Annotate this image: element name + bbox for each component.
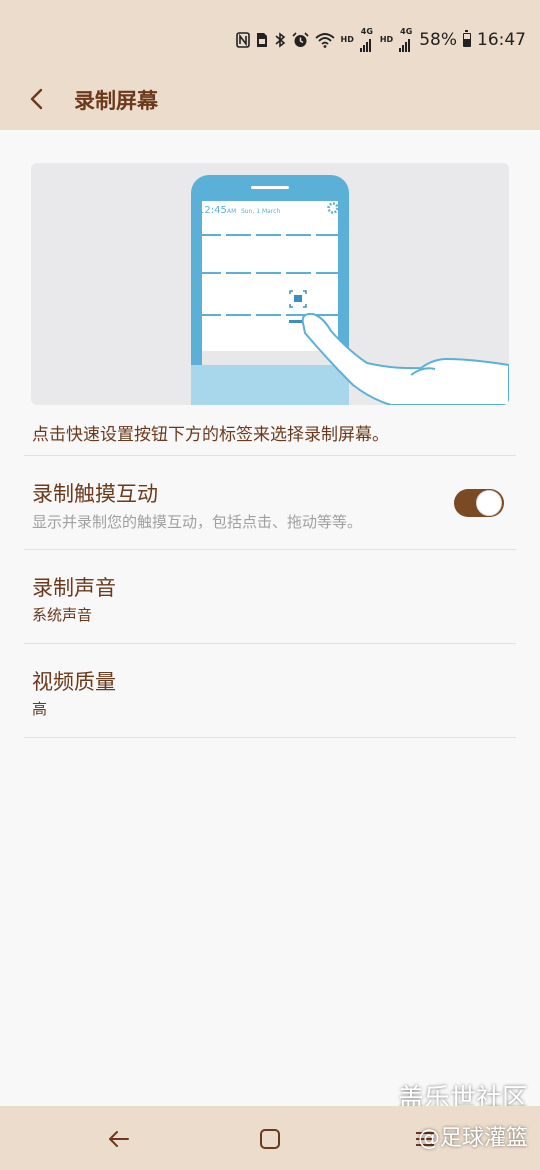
chevron-left-icon — [30, 88, 43, 110]
watermark-line2: @足球灌篮 — [417, 1126, 528, 1151]
setting-record-sound[interactable]: 录制声音 系统声音 — [24, 550, 516, 642]
hint-text: 点击快速设置按钮下方的标签来选择录制屏幕。 — [32, 425, 389, 445]
signal-icon — [359, 36, 374, 52]
record-touch-toggle[interactable] — [454, 489, 504, 517]
setting-record-touch[interactable]: 录制触摸互动 显示并录制您的触摸互动，包括点击、拖动等等。 — [24, 456, 516, 548]
phone-date: Sun, 1 March — [241, 208, 280, 215]
divider — [24, 737, 516, 738]
setting-video-quality[interactable]: 视频质量 高 — [24, 644, 516, 736]
setting-title: 视频质量 — [32, 670, 116, 694]
toggle-knob — [476, 490, 502, 516]
status-bar: HD 4G HD 4G 58% 16:47 — [0, 0, 540, 68]
content: 12:45 AM Sun, 1 March 点击快速设置按钮下方的标签来选择录制… — [0, 130, 540, 1114]
setting-title: 录制声音 — [32, 576, 116, 600]
nav-bar: @足球灌篮 — [0, 1106, 540, 1170]
illustration: 12:45 AM Sun, 1 March — [31, 163, 509, 405]
signal-icon — [399, 36, 413, 52]
network-label-2: HD — [379, 35, 394, 44]
setting-value: 系统声音 — [32, 606, 93, 624]
battery-percent: 58% — [419, 30, 457, 50]
app-bar: 录制屏幕 — [0, 68, 540, 130]
status-icons: HD 4G HD 4G 58% 16:47 — [235, 27, 526, 52]
battery-icon — [463, 30, 471, 47]
nav-home-button[interactable] — [255, 1124, 285, 1154]
setting-value: 高 — [32, 700, 48, 718]
bluetooth-icon — [274, 32, 285, 48]
phone-illustration: 12:45 AM Sun, 1 March — [191, 175, 509, 405]
nfc-icon — [235, 32, 250, 48]
back-button[interactable] — [22, 84, 52, 114]
phone-ampm: AM — [227, 208, 236, 215]
phone-time: 12:45 — [198, 205, 227, 216]
setting-title: 录制触摸互动 — [32, 482, 158, 506]
wifi-icon — [314, 33, 335, 48]
back-icon — [109, 1131, 129, 1147]
signal-group-1: 4G — [359, 27, 374, 52]
alarm-icon — [291, 32, 309, 47]
setting-subtitle: 显示并录制您的触摸互动，包括点击、拖动等等。 — [32, 513, 363, 531]
clock: 16:47 — [477, 30, 526, 50]
page-title: 录制屏幕 — [74, 89, 158, 113]
signal-group-2: 4G — [399, 28, 413, 52]
network-gen-1: 4G — [360, 27, 373, 36]
network-gen-2: 4G — [400, 27, 413, 36]
network-label-1: HD — [340, 35, 354, 44]
home-icon — [260, 1129, 280, 1149]
nav-back-button[interactable] — [104, 1124, 134, 1154]
sim-icon — [256, 33, 267, 47]
